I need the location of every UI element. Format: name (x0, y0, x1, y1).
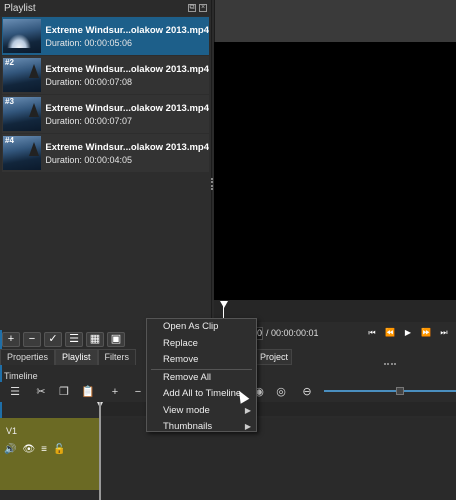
lock-icon[interactable]: 🔓 (53, 444, 65, 455)
clip-title: Extreme Windsur...olakow 2013.mp4 (45, 63, 209, 75)
clip-duration: Duration: 00:00:04:05 (45, 154, 132, 165)
total-duration: / 00:00:00:01 (266, 328, 319, 338)
grid-view-icon[interactable]: ▦ (86, 332, 104, 347)
splitter-handle[interactable] (384, 363, 396, 365)
clip-thumbnail (3, 19, 42, 53)
menu-view-mode[interactable]: View mode ▶ (147, 403, 256, 420)
append-icon[interactable]: + (108, 385, 122, 399)
playlist-panel: Playlist ⧉ × Extreme Windsur...olakow 20… (0, 0, 212, 330)
rewind-icon[interactable]: ⏪ (384, 327, 396, 339)
clip-title: Extreme Windsur...olakow 2013.mp4 (45, 24, 209, 36)
playlist-header: Playlist ⧉ × (0, 0, 211, 16)
playlist-item[interactable]: #2 Extreme Windsur...olakow 2013.mp4 Dur… (2, 56, 209, 94)
hide-icon[interactable]: 👁 (22, 444, 35, 455)
float-icon[interactable]: ⧉ (188, 4, 196, 12)
menu-remove[interactable]: Remove (147, 352, 256, 369)
tab-playlist[interactable]: Playlist (55, 349, 98, 365)
playlist-title: Playlist (4, 2, 36, 14)
play-icon[interactable]: ▶ (402, 327, 414, 339)
video-preview (214, 42, 456, 300)
clip-thumbnail: #4 (3, 136, 42, 170)
playlist-item[interactable]: #4 Extreme Windsur...olakow 2013.mp4 Dur… (2, 134, 209, 172)
copy-icon[interactable]: ❐ (57, 385, 71, 399)
snap-icon[interactable]: ◎ (274, 385, 288, 399)
remove-icon[interactable]: − (23, 332, 41, 347)
skip-end-icon[interactable]: ⏭ (438, 327, 450, 339)
clip-duration: Duration: 00:00:05:06 (45, 37, 132, 48)
transport-controls: ⏮ ⏪ ▶ ⏩ ⏭ ◧ (366, 327, 456, 339)
clip-thumbnail: #3 (3, 97, 42, 131)
submenu-arrow-icon: ▶ (244, 405, 251, 415)
item-number: #4 (5, 136, 14, 145)
mute-icon[interactable]: 🔊 (4, 444, 16, 455)
remove-icon[interactable]: − (131, 385, 145, 399)
menu-replace[interactable]: Replace (147, 336, 256, 353)
playlist-item[interactable]: Extreme Windsur...olakow 2013.mp4 Durati… (2, 17, 209, 55)
playlist-item[interactable]: #3 Extreme Windsur...olakow 2013.mp4 Dur… (2, 95, 209, 133)
composite-icon[interactable]: ≡ (41, 444, 47, 455)
clip-title: Extreme Windsur...olakow 2013.mp4 (45, 102, 209, 114)
skip-start-icon[interactable]: ⏮ (366, 327, 378, 339)
list-view-icon[interactable]: ☰ (65, 332, 83, 347)
fast-forward-icon[interactable]: ⏩ (420, 327, 432, 339)
clip-duration: Duration: 00:00:07:07 (45, 115, 132, 126)
zoom-slider-handle[interactable] (396, 387, 404, 395)
panel-tabs: Properties Playlist Filters (0, 349, 137, 365)
menu-remove-all[interactable]: Remove All (147, 370, 256, 387)
clip-title: Extreme Windsur...olakow 2013.mp4 (45, 141, 209, 153)
menu-thumbnails-label: Thumbnails (163, 421, 213, 432)
paste-icon[interactable]: 📋 (81, 385, 95, 399)
clip-duration: Duration: 00:00:07:08 (45, 76, 132, 87)
context-menu: Open As Clip Replace Remove Remove All A… (146, 318, 257, 432)
close-icon[interactable]: × (199, 4, 207, 12)
menu-open-as-clip[interactable]: Open As Clip (147, 319, 256, 336)
playhead-icon[interactable] (220, 301, 228, 308)
track-footer (0, 490, 99, 500)
timeline-title: Timeline (4, 371, 38, 381)
track-name: V1 (6, 426, 18, 436)
zoom-slider[interactable] (324, 387, 456, 395)
icon-view-icon[interactable]: ▣ (107, 332, 125, 347)
clip-thumbnail: #2 (3, 58, 42, 92)
tab-filters[interactable]: Filters (97, 349, 137, 365)
item-number: #3 (5, 97, 14, 106)
tab-project[interactable]: Project (256, 349, 292, 365)
playlist-toolbar: + − ✓ ☰ ▦ ▣ (2, 332, 125, 348)
cut-icon[interactable]: ✂ (34, 385, 48, 399)
item-number: #2 (5, 58, 14, 67)
submenu-arrow-icon: ▶ (244, 422, 251, 431)
menu-view-mode-label: View mode (163, 404, 210, 416)
menu-icon[interactable]: ☰ (8, 385, 22, 399)
panel-splitter[interactable] (211, 178, 213, 190)
check-icon[interactable]: ✓ (44, 332, 62, 347)
playlist-list: Extreme Windsur...olakow 2013.mp4 Durati… (2, 17, 209, 173)
zoom-out-icon[interactable]: ⊖ (300, 385, 314, 399)
player-header (214, 0, 456, 42)
track-header-v1[interactable]: V1 🔊 👁 ≡ 🔓 (0, 418, 99, 490)
menu-thumbnails[interactable]: Thumbnails ▶ (147, 419, 256, 436)
add-icon[interactable]: + (2, 332, 20, 347)
tab-properties[interactable]: Properties (0, 349, 56, 365)
